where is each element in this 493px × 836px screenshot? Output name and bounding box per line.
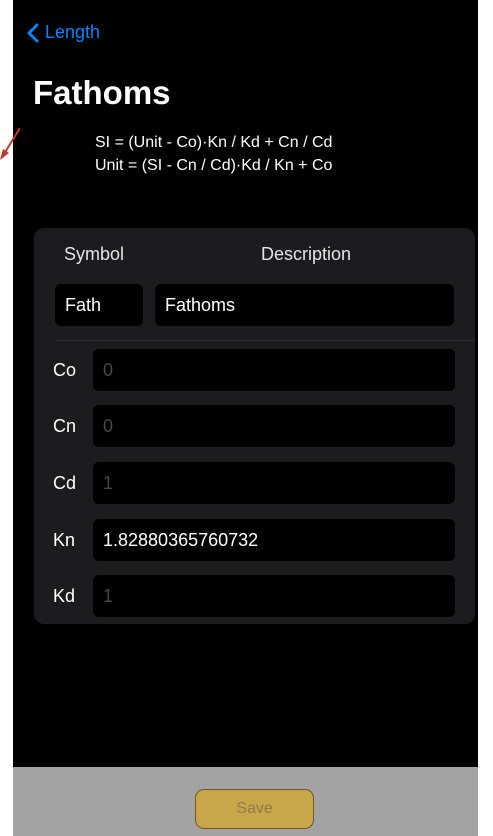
save-button[interactable]: Save [195,789,314,829]
cd-field[interactable]: 1 [93,462,455,504]
footer-bar: Save [13,767,478,836]
unit-definition-card: Symbol Description Fath Fathoms Co 0 Cn … [34,228,475,624]
back-button-label: Length [45,22,101,42]
si-formula: SI = (Unit - Co)·Kn / Kd + Cn / Cd [95,134,333,151]
app-screen: Length Fathoms SI = (Unit - Co)·Kn / Kd … [13,0,478,836]
cn-field[interactable]: 0 [93,405,455,447]
save-button-label: Save [236,800,273,817]
description-field[interactable]: Fathoms [155,284,454,326]
back-button[interactable]: Length [27,22,100,43]
chevron-left-icon [27,23,39,42]
description-header: Description [261,244,352,264]
kn-label: Kn [53,530,76,550]
kd-label: Kd [53,586,76,606]
kn-field[interactable]: 1.82880365760732 [93,519,455,561]
symbol-field[interactable]: Fath [55,284,143,326]
annotation-arrow-icon [0,127,20,160]
co-label: Co [53,360,77,380]
symbol-header: Symbol [64,244,125,264]
page-title: Fathoms [33,74,171,111]
cn-label: Cn [53,416,77,436]
divider [55,340,475,341]
unit-formula: Unit = (SI - Cn / Cd)·Kd / Kn + Co [95,157,333,174]
cd-label: Cd [53,473,77,493]
co-field[interactable]: 0 [93,349,455,391]
kd-field[interactable]: 1 [93,575,455,617]
